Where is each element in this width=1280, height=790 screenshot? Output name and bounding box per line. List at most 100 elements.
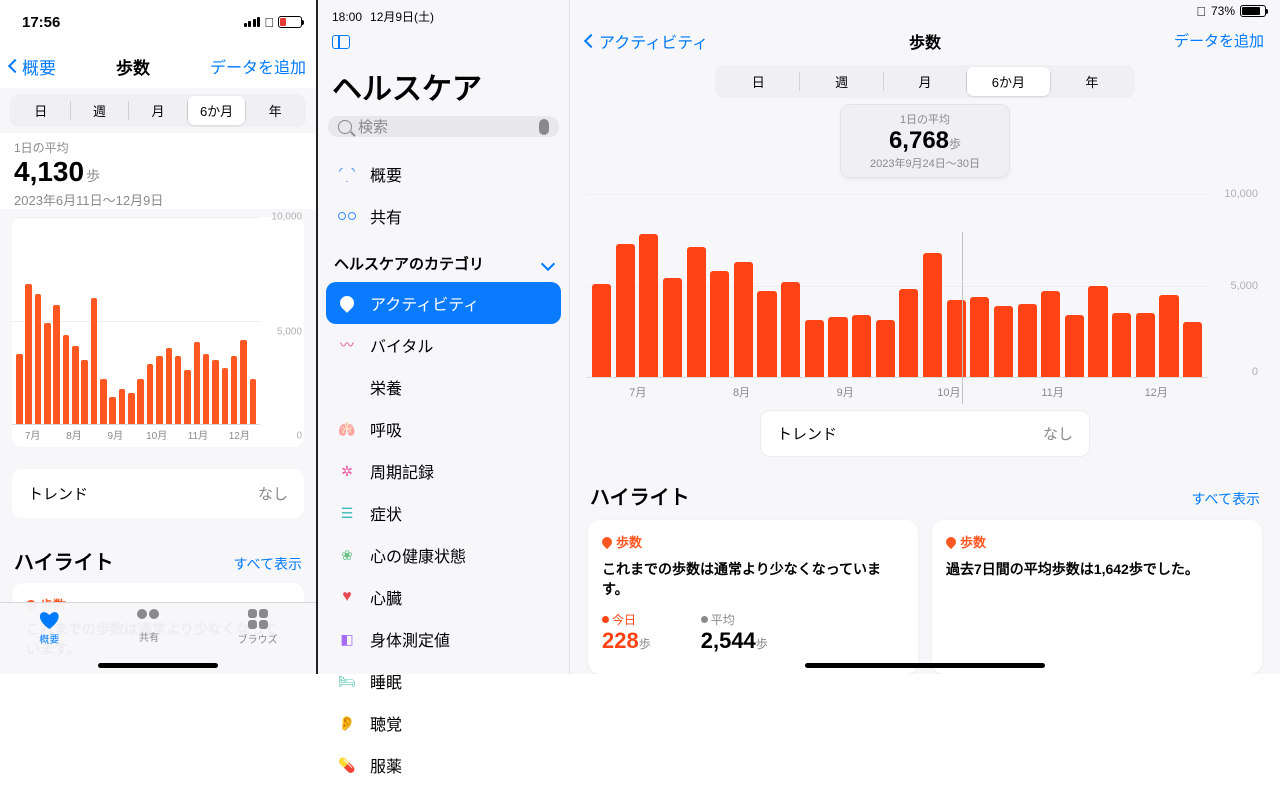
iphone-navbar: 概要 歩数 データを追加 <box>0 44 316 88</box>
summary-label: 1日の平均 <box>14 139 302 156</box>
home-indicator[interactable] <box>98 663 218 668</box>
seg-day[interactable]: 日 <box>717 67 799 96</box>
trend-row[interactable]: トレンド なし <box>760 410 1090 457</box>
page-title: 歩数 <box>116 54 150 79</box>
range-segmented-control[interactable]: 日 週 月 6か月 年 <box>10 94 306 127</box>
seg-day[interactable]: 日 <box>12 96 70 125</box>
highlight-card-2[interactable]: 歩数 過去7日間の平均歩数は1,642歩でした。 <box>932 520 1262 674</box>
sidebar-item-4[interactable]: ✲周期記録 <box>326 450 561 492</box>
seg-week[interactable]: 週 <box>800 67 882 96</box>
trend-value: なし <box>1043 423 1073 444</box>
steps-chart-iphone[interactable]: 10,000 5,000 0 7月8月9月10月11月12月 <box>12 217 304 447</box>
highlight-text: 過去7日間の平均歩数は1,642歩でした。 <box>946 559 1248 579</box>
home-indicator[interactable] <box>805 663 1045 668</box>
sidebar-item-0[interactable]: アクティビティ <box>326 282 561 324</box>
sidebar-item-6[interactable]: ❀心の健康状態 <box>326 534 561 576</box>
status-date: 12月9日(土) <box>370 8 434 25</box>
category-icon: ◧ <box>340 631 353 648</box>
tab-browse[interactable]: ブラウズ <box>238 609 278 674</box>
chevron-left-icon <box>8 59 22 73</box>
sidebar-item-summary[interactable]: 概要 <box>326 153 561 195</box>
people-icon <box>137 609 161 627</box>
search-icon <box>338 120 352 134</box>
sidebar-item-9[interactable]: 🛏睡眠 <box>326 660 561 702</box>
category-icon: ☰ <box>341 505 354 522</box>
x-axis: 7月8月9月10月11月12月 <box>586 384 1208 400</box>
trend-value: なし <box>258 483 288 504</box>
iphone-status-bar: 17:56 􀙇 <box>0 0 316 44</box>
back-button[interactable]: アクティビティ <box>586 29 708 53</box>
category-icon: 🛏 <box>338 673 356 690</box>
y-tick: 5,000 <box>277 327 302 338</box>
marker-range: 2023年9月24日〜30日 <box>851 155 999 171</box>
sidebar-item-3[interactable]: 🫁呼吸 <box>326 408 561 450</box>
highlights-showall[interactable]: すべて表示 <box>1192 489 1260 509</box>
heart-outline-icon <box>338 166 356 182</box>
sidebar-top: 18:00 12月9日(土) <box>318 8 569 25</box>
trend-label: トレンド <box>777 423 837 444</box>
seg-year[interactable]: 年 <box>1051 67 1133 96</box>
seg-6month[interactable]: 6か月 <box>967 67 1049 96</box>
sidebar-item-sharing[interactable]: 共有 <box>326 195 561 237</box>
sidebar-item-11[interactable]: 💊服薬 <box>326 744 561 786</box>
seg-year[interactable]: 年 <box>246 96 304 125</box>
seg-week[interactable]: 週 <box>71 96 129 125</box>
main-content: 􀙇 73% アクティビティ 歩数 データを追加 日 週 月 6か月 年 1日の平… <box>570 0 1280 674</box>
seg-month[interactable]: 月 <box>129 96 187 125</box>
status-right-cluster: 􀙇 <box>244 15 302 30</box>
seg-month[interactable]: 月 <box>884 67 966 96</box>
steps-chart-ipad[interactable]: 10,000 5,000 0 7月8月9月10月11月12月 <box>586 154 1264 404</box>
people-icon <box>338 212 356 220</box>
sidebar-item-8[interactable]: ◧身体測定値 <box>326 618 561 660</box>
range-segmented-control[interactable]: 日 週 月 6か月 年 <box>715 65 1135 98</box>
summary-range: 2023年6月11日〜12月9日 <box>14 190 302 209</box>
y-tick: 0 <box>1252 366 1258 378</box>
page-title: 歩数 <box>909 29 941 53</box>
sidebar-item-1[interactable]: 〰バイタル <box>326 324 561 366</box>
category-icon: 👂 <box>338 715 355 732</box>
sidebar-item-10[interactable]: 👂聴覚 <box>326 702 561 744</box>
sidebar-toggle-icon[interactable] <box>332 35 350 49</box>
highlights-title: ハイライト <box>14 546 114 575</box>
x-axis: 7月8月9月10月11月12月 <box>12 427 260 447</box>
sidebar-item-7[interactable]: ♥心臓 <box>326 576 561 618</box>
chart-bars <box>592 194 1202 377</box>
y-tick: 10,000 <box>1224 188 1258 200</box>
highlight-card-1[interactable]: 歩数 これまでの歩数は通常より少なくなっています。 今日 228歩 平均 2,5… <box>588 520 918 674</box>
status-time: 18:00 <box>332 10 362 24</box>
highlights-showall[interactable]: すべて表示 <box>234 554 302 574</box>
battery-icon <box>278 16 302 28</box>
highlights-title: ハイライト <box>590 481 690 510</box>
category-icon: 🫁 <box>338 421 355 438</box>
status-time: 17:56 <box>22 14 60 31</box>
chevron-left-icon <box>584 34 598 48</box>
trend-label: トレンド <box>28 483 88 504</box>
sidebar-item-2[interactable]: 栄養 <box>326 366 561 408</box>
cellular-icon <box>244 17 261 27</box>
sidebar-item-5[interactable]: ☰症状 <box>326 492 561 534</box>
search-field[interactable]: 検索 <box>328 116 559 137</box>
sidebar: 18:00 12月9日(土) ヘルスケア 検索 概要 共有 ヘルスケアのカテゴリ… <box>318 0 570 674</box>
wifi-icon: 􀙇 <box>1196 4 1206 19</box>
add-data-button[interactable]: データを追加 <box>1174 30 1264 51</box>
trend-row[interactable]: トレンド なし <box>12 469 304 518</box>
stat-today: 今日 228歩 <box>602 611 651 654</box>
back-button[interactable]: 概要 <box>10 54 56 79</box>
category-icon: ❀ <box>341 547 353 564</box>
main-navbar: アクティビティ 歩数 データを追加 <box>570 22 1280 59</box>
chart-bars <box>16 218 256 424</box>
highlight-cards: 歩数 これまでの歩数は通常より少なくなっています。 今日 228歩 平均 2,5… <box>570 520 1280 674</box>
back-label: 概要 <box>22 54 56 79</box>
flame-icon <box>600 534 614 548</box>
add-data-button[interactable]: データを追加 <box>210 54 306 78</box>
tab-bar: 概要 共有 ブラウズ <box>0 602 316 674</box>
y-tick: 10,000 <box>271 212 302 223</box>
y-tick: 0 <box>296 431 302 442</box>
tab-summary[interactable]: 概要 <box>38 609 60 674</box>
grid-icon <box>248 609 268 629</box>
chevron-down-icon <box>541 256 555 270</box>
mic-icon[interactable] <box>539 119 549 135</box>
category-section-header[interactable]: ヘルスケアのカテゴリ <box>318 241 569 278</box>
summary-value: 4,130 <box>14 156 84 187</box>
seg-6month[interactable]: 6か月 <box>188 96 246 125</box>
